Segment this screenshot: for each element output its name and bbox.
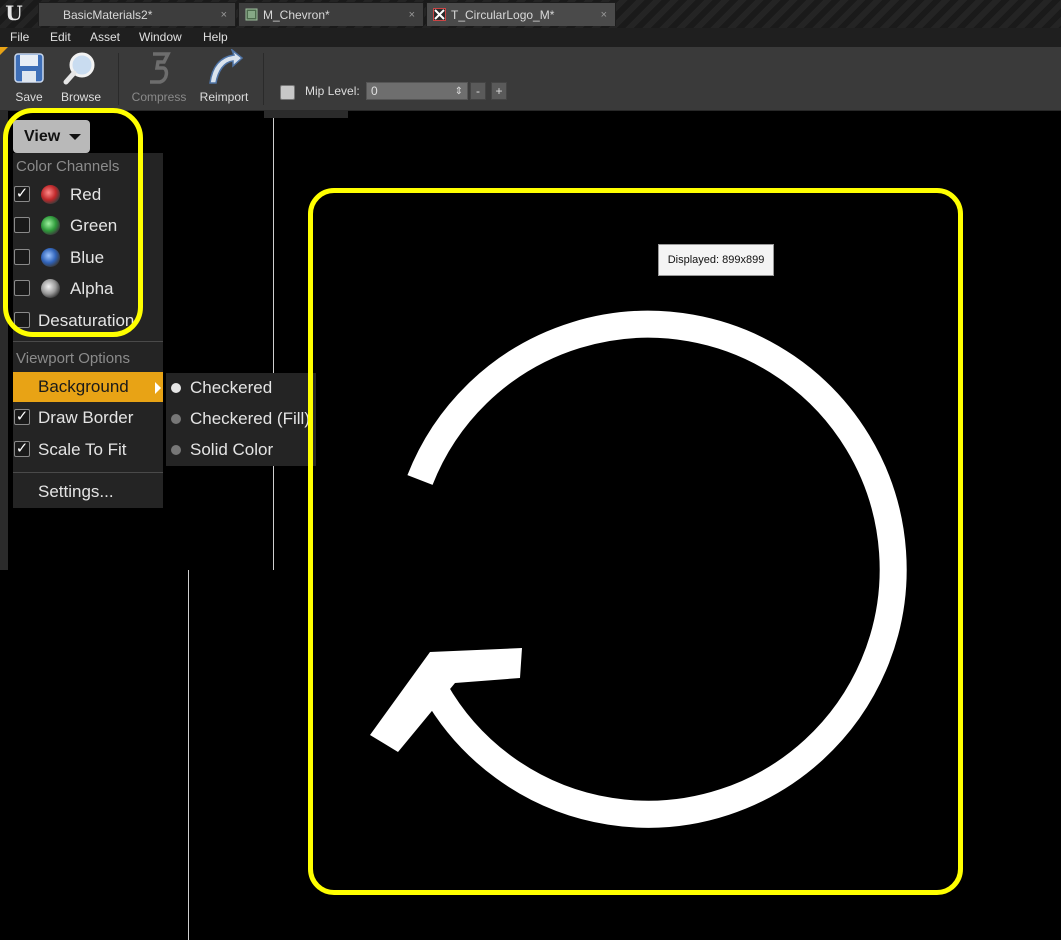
displayed-size-tooltip: Displayed: 899x899	[658, 244, 774, 276]
texture-border-annotation	[308, 188, 963, 895]
displayed-size-text: Displayed: 899x899	[667, 254, 765, 266]
view-menu-annotation	[3, 108, 143, 337]
